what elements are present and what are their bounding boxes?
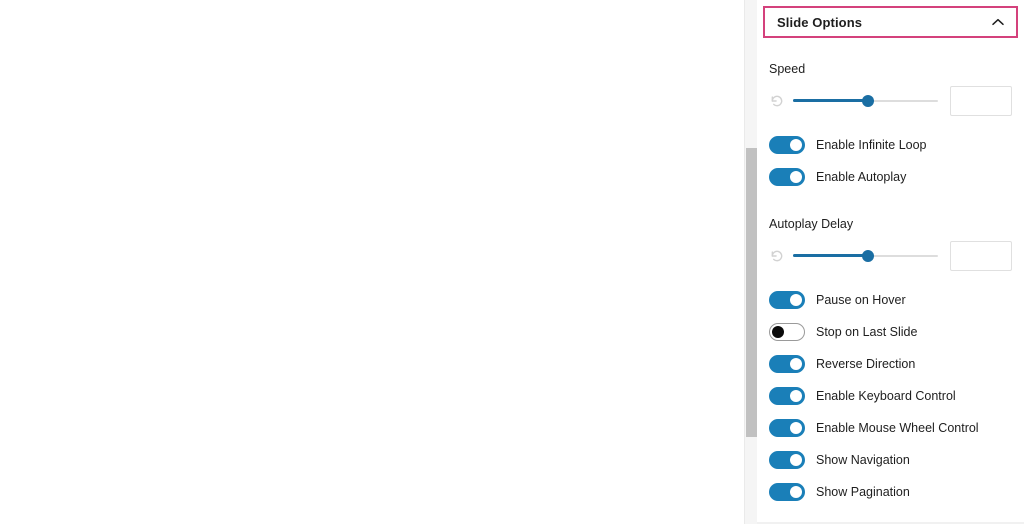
toggle-switch-enable-autoplay[interactable] [769,168,805,186]
autoplay-delay-slider-fill [793,254,869,257]
toggle-knob [790,139,802,151]
toggle-row-enable-autoplay[interactable]: Enable Autoplay [769,161,1012,193]
toggle-row-pause-on-hover[interactable]: Pause on Hover [769,284,1012,316]
toggle-row-enable-infinite-loop[interactable]: Enable Infinite Loop [769,129,1012,161]
section-header-slide-options[interactable]: Slide Options [763,6,1018,38]
toggle-label: Enable Infinite Loop [816,138,927,152]
chevron-up-icon[interactable] [990,14,1006,30]
toggle-knob [790,454,802,466]
toggle-row-show-pagination[interactable]: Show Pagination [769,476,1012,508]
toggle-label: Show Navigation [816,453,910,467]
speed-slider-thumb[interactable] [862,95,875,107]
toggle-label: Pause on Hover [816,293,906,307]
toggle-label: Enable Mouse Wheel Control [816,421,979,435]
toggle-row-enable-mouse-wheel-control[interactable]: Enable Mouse Wheel Control [769,412,1012,444]
toggle-knob [790,294,802,306]
toggle-label: Stop on Last Slide [816,325,918,339]
inspector-panel: Slide Options Speed Enable Infinite Loop… [757,0,1024,524]
toggle-label: Enable Autoplay [816,170,907,184]
slide-options-body: Speed Enable Infinite Loop Enable Autopl… [757,62,1024,508]
toggle-knob [790,486,802,498]
toggle-row-reverse-direction[interactable]: Reverse Direction [769,348,1012,380]
toggle-switch-stop-on-last-slide[interactable] [769,323,805,341]
toggle-knob [790,171,802,183]
speed-slider-fill [793,99,869,102]
speed-label: Speed [769,62,806,76]
section-title: Slide Options [777,14,863,30]
autoplay-delay-control-row [769,240,1012,272]
toggle-switch-show-pagination[interactable] [769,483,805,501]
speed-input[interactable] [950,86,1012,116]
autoplay-delay-input[interactable] [950,241,1012,271]
panel-scrollbar-thumb[interactable] [746,148,757,437]
panel-scrollbar[interactable] [744,0,757,524]
inspector-panel-content: Slide Options Speed Enable Infinite Loop… [757,0,1024,522]
toggle-switch-enable-keyboard-control[interactable] [769,387,805,405]
toggle-switch-enable-infinite-loop[interactable] [769,136,805,154]
toggle-label: Enable Keyboard Control [816,389,956,403]
speed-control-row [769,85,1012,117]
toggle-label: Reverse Direction [816,357,916,371]
autoplay-delay-slider[interactable] [793,248,938,264]
toggle-switch-enable-mouse-wheel-control[interactable] [769,419,805,437]
toggle-switch-reverse-direction[interactable] [769,355,805,373]
toggle-switch-show-navigation[interactable] [769,451,805,469]
toggle-label: Show Pagination [816,485,910,499]
toggle-row-show-navigation[interactable]: Show Navigation [769,444,1012,476]
editor-canvas-area [0,0,744,524]
toggle-knob [772,326,784,338]
reset-icon[interactable] [769,93,785,109]
autoplay-delay-label: Autoplay Delay [769,217,854,231]
speed-slider[interactable] [793,93,938,109]
reset-icon[interactable] [769,248,785,264]
toggle-switch-pause-on-hover[interactable] [769,291,805,309]
toggle-knob [790,390,802,402]
toggle-row-enable-keyboard-control[interactable]: Enable Keyboard Control [769,380,1012,412]
toggle-knob [790,422,802,434]
toggle-row-stop-on-last-slide[interactable]: Stop on Last Slide [769,316,1012,348]
autoplay-delay-slider-thumb[interactable] [862,250,875,262]
toggle-knob [790,358,802,370]
